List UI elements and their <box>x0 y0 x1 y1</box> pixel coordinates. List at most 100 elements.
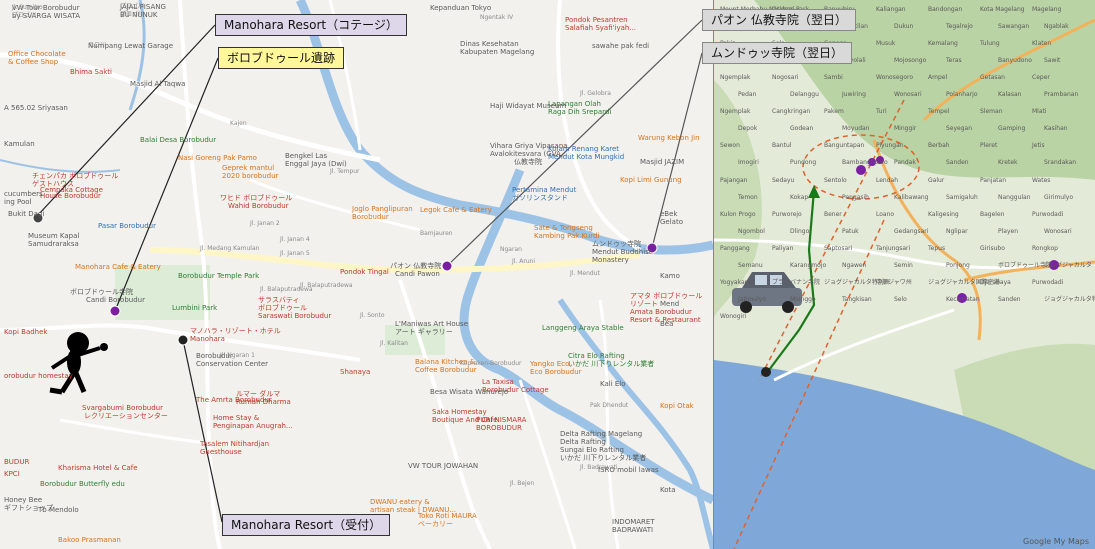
place-label[interactable]: パオン 仏教寺院 <box>390 262 441 270</box>
place-label[interactable]: Jl. Janan 2 <box>250 220 280 228</box>
callout-borobudur-ruins[interactable]: ボロブドゥール遺跡 <box>218 47 345 69</box>
place-label[interactable]: Bukit Dagi <box>8 210 44 218</box>
place-label[interactable]: Manohara <box>190 335 225 343</box>
place-label[interactable]: DWANU eatery & <box>370 498 430 506</box>
place-label[interactable]: Tb Mendolo <box>38 506 79 514</box>
place-label[interactable]: ガソリンスタンド <box>512 194 568 202</box>
place-label[interactable]: アート ギャラリー <box>395 328 453 336</box>
place-label[interactable]: Yangko Eco <box>530 360 569 368</box>
place-label[interactable]: VW TOUR JOWAHAN <box>408 462 478 470</box>
place-label[interactable]: Jl. Aruni <box>512 258 535 266</box>
place-label[interactable]: & Coffee Shop <box>8 58 58 66</box>
place-label[interactable]: Pertamina Mendut <box>512 186 576 194</box>
place-label[interactable]: ing Pool <box>4 198 32 206</box>
place-label[interactable]: Guesthouse <box>200 448 242 456</box>
place-label[interactable]: Kamo <box>660 272 680 280</box>
place-label[interactable]: Jl. Badrawati <box>580 464 618 472</box>
callout-reception[interactable]: Manohara Resort（受付） <box>222 514 391 536</box>
place-label[interactable]: Dinas Kesehatan <box>460 40 519 48</box>
place-label[interactable]: 2020 borobudur <box>222 172 278 180</box>
place-label[interactable]: Jl. Mendut <box>570 270 600 278</box>
place-label[interactable]: レクリエーションセンター <box>84 412 168 420</box>
place-label[interactable]: Kambing Pak Kurdi <box>534 232 599 240</box>
place-label[interactable]: Office Chocolate <box>8 50 66 58</box>
place-label[interactable]: Rumah Dharma <box>236 398 291 406</box>
place-label[interactable]: La Taxisa <box>482 378 514 386</box>
place-label[interactable]: orobudur homestay <box>4 372 73 380</box>
place-label[interactable]: Pasar Borobudur <box>98 222 156 230</box>
place-label[interactable]: Bengkel Las <box>285 152 327 160</box>
place-label[interactable]: ムンドゥッ寺院 <box>592 240 641 248</box>
place-label[interactable]: sawahe pak fedi <box>592 42 649 50</box>
place-label[interactable]: Sate & Tongseng <box>534 224 593 232</box>
place-label[interactable]: Saraswati Borobudur <box>258 312 331 320</box>
place-label[interactable]: Shanaya <box>340 368 370 376</box>
place-label[interactable]: Mend <box>660 300 679 308</box>
right-map-panel[interactable]: Mount Merbabu National ParkGrabagBanyubi… <box>714 0 1095 549</box>
place-label[interactable]: いかだ 川下りレンタル業者 <box>568 360 654 368</box>
place-label[interactable]: Citra Elo Rafting <box>568 352 625 360</box>
place-label[interactable]: Delta Rafting Magelang <box>560 430 642 438</box>
place-label[interactable]: ボロブドゥール寺院 <box>70 288 133 296</box>
place-label[interactable]: リゾート <box>630 300 658 308</box>
place-label[interactable]: チェンパカ ボロブドゥール <box>32 172 118 180</box>
place-label[interactable]: cucumbers <box>4 190 43 198</box>
place-label[interactable]: PURI NISMARA <box>476 416 526 424</box>
place-label[interactable]: Amata Borobudur <box>630 308 692 316</box>
place-label[interactable]: Kali Elo <box>600 380 626 388</box>
place-label[interactable]: プロゴ川 <box>120 11 144 19</box>
place-label[interactable]: Joglo Panglipuran <box>352 205 413 213</box>
place-label[interactable]: L'Maniwas Art House <box>395 320 468 328</box>
place-label[interactable]: Salafiah Syafi'iyah... <box>565 24 636 32</box>
place-label[interactable]: Kota <box>660 486 676 494</box>
place-label[interactable]: プロゴ川 <box>12 12 36 20</box>
place-label[interactable]: Mendut Buddhist <box>592 248 652 256</box>
reception-pin-icon[interactable] <box>177 334 189 346</box>
place-label[interactable]: Jl. Balaputradewa <box>300 282 353 290</box>
place-label[interactable]: Avalokitesvara (GVA... <box>490 150 567 158</box>
place-label[interactable]: Jl. Janan 4 <box>280 236 310 244</box>
callout-mendut[interactable]: ムンドゥッ寺院（翌日） <box>702 42 853 64</box>
place-label[interactable]: Kopi Limi Gunung <box>620 176 682 184</box>
place-label[interactable]: Kopi Badhek <box>4 328 47 336</box>
place-label[interactable]: ベーカリー <box>418 520 453 528</box>
place-label[interactable]: Jl. Gelobra <box>580 90 611 98</box>
place-label[interactable]: Jl. Ngaran 1 <box>220 352 255 360</box>
place-label[interactable]: Tasalem Nitihardjan <box>200 440 269 448</box>
place-label[interactable]: Pondok Tingal <box>340 268 389 276</box>
place-label[interactable]: Pak Dhendut <box>590 402 628 410</box>
place-label[interactable]: Jl. Medang Kamulan <box>200 245 259 253</box>
place-label[interactable]: Geprek mantul <box>222 164 274 172</box>
place-label[interactable]: Saka Homestay <box>432 408 487 416</box>
place-label[interactable]: マノハラ・リゾート・ホテル <box>190 327 281 335</box>
place-label[interactable]: Svargabumi Borobudur <box>82 404 163 412</box>
place-label[interactable]: Jl. Bejen <box>510 480 534 488</box>
left-map-panel[interactable]: VW Tour Borobudur by SVARGA WISATA JAJAL P… <box>0 0 714 549</box>
place-label[interactable]: KPCI <box>4 470 20 478</box>
place-label[interactable]: BADRAWATI <box>612 526 653 534</box>
place-label[interactable]: Gelato <box>660 218 683 226</box>
place-label[interactable]: Museum Kapal <box>28 232 79 240</box>
place-label[interactable]: ワヒド ボロブドゥール <box>220 194 292 202</box>
place-label[interactable]: Kabupaten Magelang <box>460 48 534 56</box>
place-label[interactable]: 仏教寺院 <box>514 158 542 166</box>
place-label[interactable]: Jl. Sonto <box>360 312 385 320</box>
place-label[interactable]: Balai Desa Borobudur <box>140 136 216 144</box>
place-label[interactable]: Candi Borobudur <box>86 296 145 304</box>
callout-pawon[interactable]: パオン 仏教寺院（翌日） <box>702 9 856 31</box>
place-label[interactable]: Borobudur <box>352 213 389 221</box>
place-label[interactable]: Pondok Pesantren <box>565 16 628 24</box>
place-label[interactable]: Enggal Jaya (Dwi) <box>285 160 347 168</box>
borobudur-pin-icon[interactable] <box>109 305 121 317</box>
place-label[interactable]: Bamjauren <box>420 230 453 238</box>
place-label[interactable]: Jl. Tempur <box>330 168 360 176</box>
place-label[interactable]: Penginapan Anugrah... <box>213 422 293 430</box>
place-label[interactable]: Borobudur Butterfly edu <box>40 480 125 488</box>
place-label[interactable]: Jl. Sumitro <box>12 4 43 12</box>
place-label[interactable]: Borobudur Cottage <box>482 386 549 394</box>
place-label[interactable]: INDOMARET <box>612 518 655 526</box>
place-label[interactable]: eBek <box>660 210 677 218</box>
place-label[interactable]: Bea <box>660 320 673 328</box>
place-label[interactable]: Honey Bee <box>4 496 42 504</box>
place-label[interactable]: Jl. Kalitan <box>380 340 408 348</box>
